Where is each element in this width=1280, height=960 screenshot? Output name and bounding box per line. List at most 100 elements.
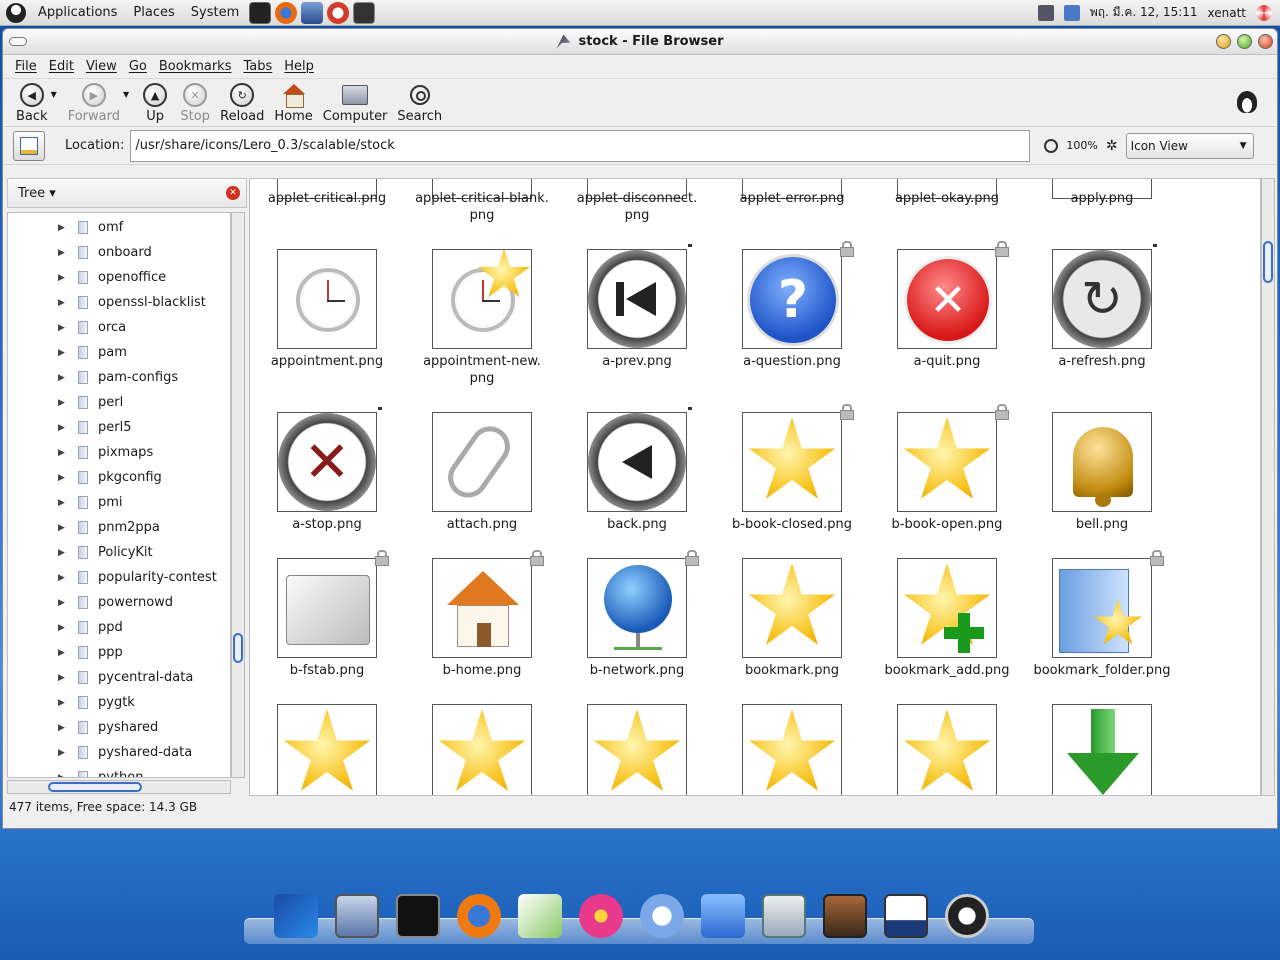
tree-horizontal-scrollbar[interactable] xyxy=(7,780,231,794)
expander-icon[interactable]: ▶ xyxy=(58,423,68,433)
file-label[interactable]: a-prev.png xyxy=(559,353,715,370)
file-thumbnail[interactable] xyxy=(1052,704,1152,795)
sidebar-mode-select[interactable]: Tree ▾ xyxy=(18,186,56,201)
clock[interactable]: พฤ. มี.ค. 12, 15:11 xyxy=(1090,3,1198,22)
expander-icon[interactable]: ▶ xyxy=(58,348,68,358)
expander-icon[interactable]: ▶ xyxy=(58,723,68,733)
file-label[interactable]: bell.png xyxy=(1024,516,1180,533)
expander-icon[interactable]: ▶ xyxy=(58,673,68,683)
file-thumbnail[interactable] xyxy=(587,249,687,349)
expander-icon[interactable]: ▶ xyxy=(58,648,68,658)
tree-item[interactable]: ▶ popularity-contest xyxy=(8,565,230,590)
tree-item[interactable]: ▶ ppp xyxy=(8,640,230,665)
menu-view[interactable]: View xyxy=(80,59,123,74)
file-label[interactable]: applet-error.png xyxy=(714,190,870,207)
console-launcher-icon[interactable] xyxy=(353,1,376,24)
file-thumbnail[interactable] xyxy=(587,558,687,658)
tree-item[interactable]: ▶ omf xyxy=(8,215,230,240)
system-monitor-icon[interactable] xyxy=(335,894,379,938)
tree-item[interactable]: ▶ pygtk xyxy=(8,690,230,715)
file-label[interactable]: appointment.png xyxy=(250,353,405,370)
tree-item[interactable]: ▶ pycentral-data xyxy=(8,665,230,690)
file-label[interactable]: apply.png xyxy=(1024,190,1180,207)
menu-edit[interactable]: Edit xyxy=(43,59,80,74)
expander-icon[interactable]: ▶ xyxy=(58,698,68,708)
file-thumbnail[interactable]: ✕ xyxy=(277,412,377,512)
close-button[interactable] xyxy=(1258,34,1273,49)
back-button[interactable]: ◀ Back xyxy=(11,82,53,124)
tree-item[interactable]: ▶ pixmaps xyxy=(8,440,230,465)
file-thumbnail[interactable] xyxy=(587,704,687,795)
tree-item[interactable]: ▶ onboard xyxy=(8,240,230,265)
file-label[interactable]: attach.png xyxy=(404,516,560,533)
file-label[interactable]: appointment-new. png xyxy=(404,353,560,387)
help-launcher-icon[interactable] xyxy=(327,1,350,24)
computer-button[interactable]: Computer xyxy=(318,82,393,124)
file-thumbnail[interactable]: ? xyxy=(742,249,842,349)
tree-item[interactable]: ▶ pyshared-data xyxy=(8,740,230,765)
file-thumbnail[interactable] xyxy=(897,704,997,795)
tree-item[interactable]: ▶ pnm2ppa xyxy=(8,515,230,540)
file-label[interactable]: b-book-open.png xyxy=(869,516,1025,533)
file-thumbnail[interactable] xyxy=(277,249,377,349)
expander-icon[interactable]: ▶ xyxy=(58,273,68,283)
firefox-icon[interactable] xyxy=(457,894,501,938)
file-label[interactable]: applet-critical-blank. png xyxy=(404,190,560,224)
tree-item[interactable]: ▶ pam-configs xyxy=(8,365,230,390)
update-notifier-icon[interactable] xyxy=(1063,4,1080,21)
file-label[interactable]: a-stop.png xyxy=(250,516,405,533)
tree-item[interactable]: ▶ orca xyxy=(8,315,230,340)
forward-button[interactable]: ▶ Forward xyxy=(63,82,125,124)
menu-file[interactable]: File xyxy=(9,59,43,74)
expander-icon[interactable]: ▶ xyxy=(58,323,68,333)
expander-icon[interactable]: ▶ xyxy=(58,248,68,258)
expander-icon[interactable]: ▶ xyxy=(58,473,68,483)
tree-item[interactable]: ▶ PolicyKit xyxy=(8,540,230,565)
expander-icon[interactable]: ▶ xyxy=(58,298,68,308)
tree-item[interactable]: ▶ pmi xyxy=(8,490,230,515)
file-thumbnail[interactable] xyxy=(432,704,532,795)
file-thumbnail[interactable] xyxy=(432,412,532,512)
sidebar-close-icon[interactable]: ✕ xyxy=(226,186,240,200)
view-mode-select[interactable]: Icon View ▼ xyxy=(1125,132,1254,159)
expander-icon[interactable]: ▶ xyxy=(58,523,68,533)
file-thumbnail[interactable] xyxy=(432,558,532,658)
user-switcher[interactable]: xenatt xyxy=(1208,6,1246,20)
location-toggle-button[interactable] xyxy=(13,130,45,161)
maximize-button[interactable] xyxy=(1237,34,1252,49)
menu-help[interactable]: Help xyxy=(278,59,320,74)
expander-icon[interactable]: ▶ xyxy=(58,498,68,508)
zoom-out-icon[interactable] xyxy=(1044,138,1059,153)
file-thumbnail[interactable] xyxy=(742,704,842,795)
file-thumbnail[interactable] xyxy=(897,558,997,658)
tree-item[interactable]: ▶ python xyxy=(8,765,230,777)
file-label[interactable]: b-network.png xyxy=(559,662,715,679)
expander-icon[interactable]: ▶ xyxy=(58,573,68,583)
file-manager-icon[interactable] xyxy=(701,894,745,938)
expander-icon[interactable]: ▶ xyxy=(58,398,68,408)
network-icon[interactable] xyxy=(1037,4,1054,21)
location-input[interactable]: /usr/share/icons/Lero_0.3/scalable/stock xyxy=(130,129,1031,162)
minimize-button[interactable] xyxy=(1216,34,1231,49)
system-menu[interactable]: System xyxy=(183,5,247,20)
file-thumbnail[interactable] xyxy=(742,558,842,658)
expander-icon[interactable]: ▶ xyxy=(58,623,68,633)
calendar-icon[interactable] xyxy=(884,894,928,938)
search-button[interactable]: Search xyxy=(392,82,447,124)
tree-item[interactable]: ▶ pyshared xyxy=(8,715,230,740)
tree-item[interactable]: ▶ pkgconfig xyxy=(8,465,230,490)
places-menu[interactable]: Places xyxy=(125,5,182,20)
title-bar[interactable]: stock - File Browser xyxy=(3,29,1277,55)
tree-item[interactable]: ▶ pam xyxy=(8,340,230,365)
firefox-launcher-icon[interactable] xyxy=(275,1,298,24)
expander-icon[interactable]: ▶ xyxy=(58,373,68,383)
tree-item[interactable]: ▶ ppd xyxy=(8,615,230,640)
desktop-icon[interactable] xyxy=(762,894,806,938)
file-thumbnail[interactable] xyxy=(277,704,377,795)
icon-view-scrollbar[interactable] xyxy=(1261,178,1275,796)
editor-launcher-icon[interactable] xyxy=(301,1,324,24)
image-viewer-icon[interactable] xyxy=(823,894,867,938)
flower-icon[interactable] xyxy=(579,894,623,938)
terminal-launcher-icon[interactable] xyxy=(249,1,272,24)
file-label[interactable]: a-question.png xyxy=(714,353,870,370)
